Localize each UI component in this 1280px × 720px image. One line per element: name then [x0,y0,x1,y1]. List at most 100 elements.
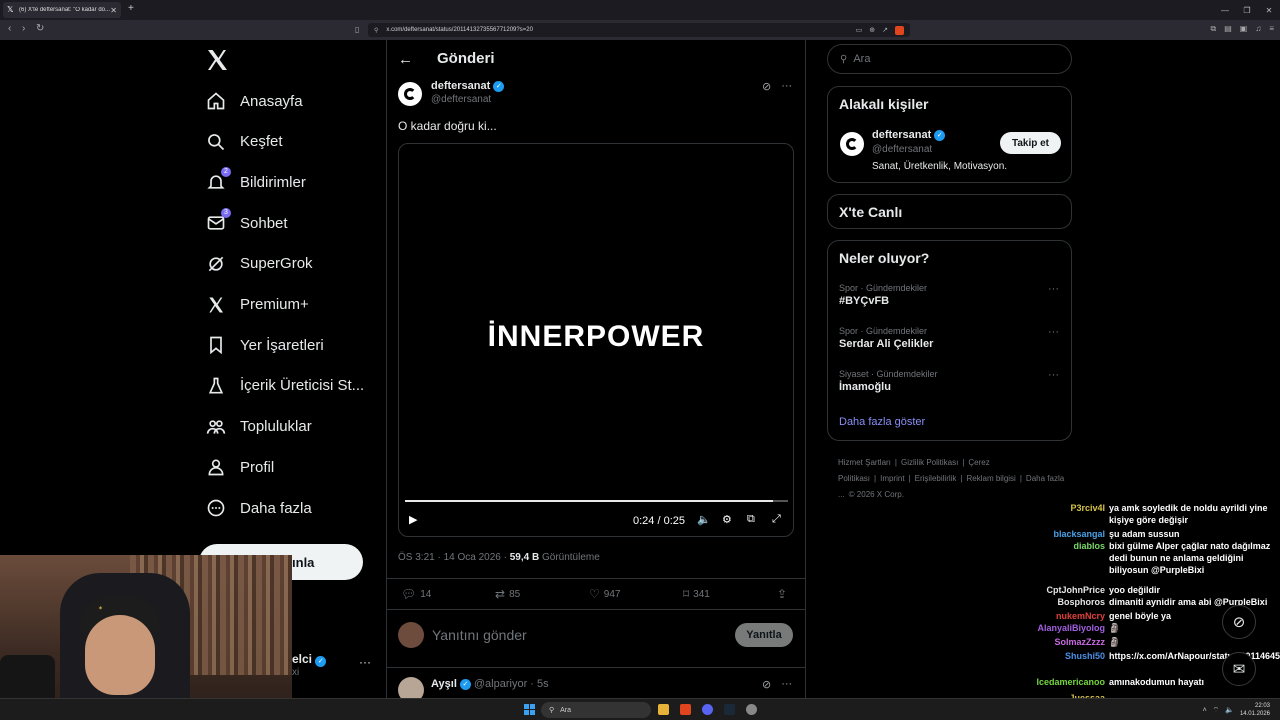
footer-link[interactable]: © 2026 X Corp. [849,490,904,499]
minimize-icon[interactable]: — [1214,0,1236,20]
account-name[interactable]: elci ✓ [292,652,327,667]
live-card[interactable]: X'te Canlı [827,194,1072,229]
grok-icon [206,254,226,274]
nav-item[interactable]: 3 Sohbet [206,208,288,236]
reply-action[interactable]: 💬︎ 14 [401,587,431,601]
grok-fab-icon[interactable]: ⊘ [1222,605,1256,639]
tab-close-icon[interactable]: ✕ [110,6,117,15]
browser-toolbar-right: ⧉ ▤ ▣ ♫ ≡ [1210,24,1274,34]
wallet-icon[interactable]: ▣ [1240,24,1248,34]
messages-fab-icon[interactable]: ✉ [1222,652,1256,686]
grok-icon[interactable]: ⊘ [762,678,771,691]
forward-nav-icon[interactable]: › [22,23,25,34]
footer-link[interactable]: Erişilebilirlik [915,474,957,483]
trend-item[interactable]: Spor · Gündemdekiler Serdar Ali Çelikler [839,326,933,350]
x-logo-icon[interactable] [205,48,229,72]
repost-action[interactable]: ⇄ 85 [495,587,520,601]
discord-icon[interactable] [702,704,713,715]
account-more-icon[interactable]: ··· [359,655,371,669]
grok-icon[interactable]: ⊘ [762,80,771,93]
author-name[interactable]: deftersanat ✓ [431,80,505,92]
bookmark-page-icon[interactable]: ▯ [355,25,359,34]
obs-icon[interactable] [746,704,757,715]
bookmark-icon [206,335,226,355]
window-controls: — ❐ ✕ [1214,0,1280,20]
bookmark-action[interactable]: ⌑ 341 [683,587,710,601]
chat-text: ya amk soyledik de noldu ayrildi yine ki… [1109,503,1268,525]
share-action[interactable]: ⇪ [777,587,787,601]
footer-link[interactable]: Gizlilik Politikası [901,458,958,467]
footer-link[interactable]: Reklam bilgisi [966,474,1015,483]
play-icon[interactable]: ▶ [409,513,417,526]
taskbar-search[interactable]: ⚲ Ara [541,702,651,718]
like-action[interactable]: ♡ 947 [589,587,620,601]
notification-badge: 3 [221,208,231,219]
more-icon[interactable]: ··· [781,80,792,93]
nav-item[interactable]: 2 Bildirimler [206,167,306,195]
brave-shield-icon[interactable] [895,25,904,35]
related-avatar[interactable] [840,132,864,156]
nav-item[interactable]: Anasayfa [206,88,303,114]
nav-item[interactable]: Topluluklar [206,414,312,440]
people-icon [206,417,226,437]
zoom-icon[interactable]: ⊕ [869,26,875,34]
share-icon: ⇪ [777,587,788,601]
tray-chevron-icon[interactable]: ˄ [1203,707,1207,714]
brave-browser-icon[interactable] [680,704,691,715]
volume-icon[interactable]: 🔈 [1225,706,1234,714]
share-icon[interactable]: ↗ [882,26,888,34]
reply-author[interactable]: Ayşıl ✓ @alpariyor · 5s [431,678,549,690]
new-tab-icon[interactable]: + [128,3,134,14]
more-icon[interactable]: ··· [781,678,792,691]
nav-item[interactable]: Yer İşaretleri [206,332,324,358]
nav-item[interactable]: Keşfet [206,129,283,155]
nav-item[interactable]: Premium+ [206,292,309,318]
show-more-link[interactable]: Daha fazla göster [839,416,925,428]
sidebar-icon[interactable]: ▤ [1224,24,1232,34]
back-arrow-icon[interactable]: ← [398,51,413,68]
fullscreen-icon[interactable]: ⤢ [772,513,781,526]
address-bar[interactable]: ⚲ x.com/deftersanat/status/2011413273556… [368,23,910,37]
reply-button[interactable]: Yanıtla [735,623,793,647]
footer-link[interactable]: Imprint [880,474,904,483]
volume-icon[interactable]: 🔈 [697,513,711,526]
browser-tab[interactable]: 𝕏 (6) X'te deftersanat: "O kadar do... ✕ [3,2,121,18]
bell-icon: 2 [206,167,231,192]
trend-more-icon[interactable]: ··· [1048,326,1059,338]
steam-icon[interactable] [724,704,735,715]
footer-link[interactable]: Hizmet Şartları [838,458,891,467]
nav-item[interactable]: SuperGrok [206,251,313,277]
maximize-icon[interactable]: ❐ [1236,0,1258,20]
follow-button[interactable]: Takip et [1000,132,1061,154]
reply-input[interactable]: Yanıtını gönder [432,627,527,643]
search-input[interactable]: ⚲ Ara [827,44,1072,74]
trend-more-icon[interactable]: ··· [1048,369,1059,381]
network-icon[interactable]: ⌔ [1213,706,1220,715]
extensions-icon[interactable]: ⧉ [1210,24,1216,34]
close-window-icon[interactable]: ✕ [1258,0,1280,20]
reader-icon[interactable]: ▭ [856,26,863,34]
file-explorer-icon[interactable] [658,704,669,715]
reload-icon[interactable]: ↻ [36,23,44,34]
site-info-icon[interactable]: ⚲ [374,27,378,34]
nav-item[interactable]: Daha fazla [206,495,312,521]
video-progress[interactable] [405,500,788,502]
back-nav-icon[interactable]: ‹ [8,23,11,34]
clock[interactable]: 22:03 14.01.2026 [1240,702,1270,718]
related-name[interactable]: deftersanat ✓ [872,129,946,141]
author-handle[interactable]: @deftersanat [431,94,491,105]
streamer-face [85,615,155,695]
menu-icon[interactable]: ≡ [1269,24,1274,34]
pip-icon[interactable]: ⧉ [747,513,755,526]
video-player[interactable]: İNNERPOWER ▶ 0:24 / 0:25 🔈 ⚙ ⧉ ⤢ [398,143,794,537]
windows-start-icon[interactable] [524,704,535,715]
trend-more-icon[interactable]: ··· [1048,283,1059,295]
trend-item[interactable]: Siyaset · Gündemdekiler İmamoğlu [839,369,938,393]
nav-item[interactable]: Profil [206,454,274,480]
author-avatar[interactable] [398,82,422,106]
music-icon[interactable]: ♫ [1255,24,1261,34]
nav-item[interactable]: İçerik Üreticisi St... [206,373,364,399]
settings-icon[interactable]: ⚙ [722,513,732,526]
mail-icon: 3 [206,208,231,233]
trend-item[interactable]: Spor · Gündemdekiler #BYÇvFB [839,283,927,307]
